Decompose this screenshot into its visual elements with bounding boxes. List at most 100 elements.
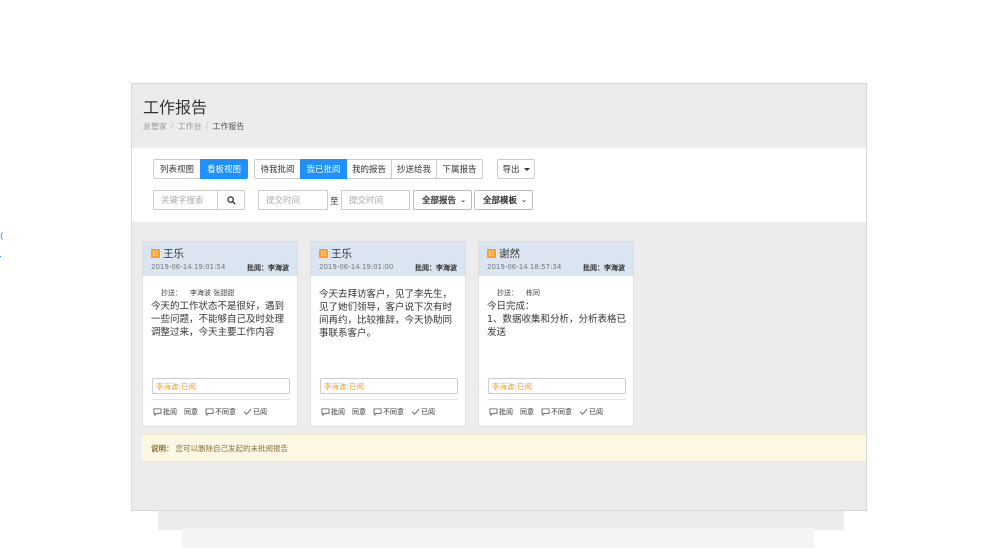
- board-view-button[interactable]: 看板视图: [200, 159, 248, 179]
- card-cc: 抄送： 栋同: [497, 288, 540, 298]
- report-type-select[interactable]: 全部报告 ⌄: [413, 190, 472, 210]
- cc-label: 抄送：: [161, 289, 182, 297]
- comment-label: 批阅: [499, 408, 513, 416]
- check-icon: [411, 408, 420, 415]
- edge-dot: [0, 256, 1, 257]
- card-divider: [320, 399, 458, 400]
- export-label: 导出: [502, 165, 520, 175]
- caret-down-icon: [523, 167, 530, 171]
- comment-action[interactable]: 批阅: [489, 407, 513, 417]
- card-author: 王乐: [331, 248, 352, 260]
- comment-icon: [373, 408, 382, 416]
- comment-icon: [489, 408, 498, 416]
- read-action[interactable]: 已阅: [243, 407, 267, 417]
- page-title: 工作报告: [143, 98, 208, 117]
- notice-label: 说明：: [151, 443, 174, 453]
- cc-names: 李海波 张甜甜: [190, 289, 235, 297]
- approve-action[interactable]: 同意: [352, 407, 366, 417]
- card-divider: [152, 399, 290, 400]
- search-input[interactable]: 关键字搜索: [153, 190, 219, 210]
- card-content: 今天去拜访客户，见了李先生，见了她们领导，客户说下次有时间再约，比较推辞，今天协…: [319, 289, 453, 339]
- tab-pending-review[interactable]: 待我批阅: [254, 159, 301, 179]
- window-shadow-lower: [182, 528, 814, 548]
- report-card[interactable]: 日 王乐 2019-06-14 19:01:00 批阅：李海波 今天去拜访客户，…: [310, 241, 466, 427]
- card-actions: 批阅 同意 不同意 已阅: [489, 407, 610, 417]
- comment-icon: [541, 408, 550, 416]
- card-approver: 批阅：李海波: [415, 264, 457, 272]
- reject-action[interactable]: 不同意: [541, 407, 572, 417]
- card-header: 日 王乐 2019-06-14 19:01:54 批阅：李海波: [143, 242, 297, 276]
- search-button[interactable]: [217, 190, 245, 210]
- tab-cc-to-me[interactable]: 抄送给我: [391, 159, 437, 179]
- tab-my-reports[interactable]: 我的报告: [346, 159, 392, 179]
- reject-action[interactable]: 不同意: [205, 407, 236, 417]
- report-window: 工作报告 总管家 / 工作台 / 工作报告 列表视图 看板视图 待我批阅 我已批…: [131, 83, 867, 511]
- export-button[interactable]: 导出: [497, 159, 535, 179]
- comment-icon: [321, 408, 330, 416]
- chevron-down-icon: ⌄: [460, 196, 466, 204]
- comment-label: 批阅: [163, 408, 177, 416]
- edge-glyph: (: [0, 232, 4, 242]
- approve-label: 同意: [184, 408, 198, 416]
- reject-action[interactable]: 不同意: [373, 407, 404, 417]
- card-time: 2019-06-14 19:01:54: [151, 263, 226, 271]
- breadcrumb-current: 工作报告: [212, 122, 245, 131]
- card-read-status: 李海波:已阅: [320, 378, 458, 394]
- read-label: 已阅: [421, 408, 435, 416]
- notice-bar: 说明： 您可以删除自己发起的未批阅报告: [142, 434, 866, 462]
- notice-text: 您可以删除自己发起的未批阅报告: [175, 443, 289, 453]
- tab-reviewed[interactable]: 我已批阅: [300, 159, 347, 179]
- comment-label: 批阅: [331, 408, 345, 416]
- date-range-separator: 至: [330, 197, 339, 207]
- read-action[interactable]: 已阅: [579, 407, 603, 417]
- report-icon: 日: [151, 249, 160, 258]
- read-label: 已阅: [253, 408, 267, 416]
- list-view-button[interactable]: 列表视图: [153, 159, 201, 179]
- tab-subordinate-reports[interactable]: 下属报告: [436, 159, 483, 179]
- card-divider: [488, 399, 626, 400]
- report-icon: 日: [487, 249, 496, 258]
- view-toggle: 列表视图 看板视图: [153, 159, 248, 179]
- approve-label: 同意: [520, 408, 534, 416]
- card-content: 今日完成： 1、数据收集和分析，分析表格已发送: [487, 301, 627, 338]
- breadcrumb-workbench[interactable]: 工作台: [178, 121, 202, 132]
- check-icon: [579, 408, 588, 415]
- reject-label: 不同意: [551, 408, 572, 416]
- breadcrumb-home[interactable]: 总管家: [143, 121, 167, 132]
- approve-label: 同意: [352, 408, 366, 416]
- report-type-value: 全部报告: [422, 196, 457, 206]
- report-card[interactable]: 日 王乐 2019-06-14 19:01:54 批阅：李海波 抄送： 李海波 张…: [142, 241, 298, 427]
- comment-icon: [205, 408, 214, 416]
- card-header: 日 谢然 2019-06-14 18:57:34 批阅：李海波: [479, 242, 633, 276]
- reject-label: 不同意: [215, 408, 236, 416]
- comment-action[interactable]: 批阅: [321, 407, 345, 417]
- card-read-status: 李海波:已阅: [488, 378, 626, 394]
- card-actions: 批阅 同意 不同意 已阅: [153, 407, 274, 417]
- date-from-input[interactable]: 提交时间: [258, 190, 328, 210]
- comment-action[interactable]: 批阅: [153, 407, 177, 417]
- template-value: 全部模板: [483, 196, 518, 206]
- card-time: 2019-06-14 18:57:34: [487, 263, 562, 271]
- comment-icon: [153, 408, 162, 416]
- card-author: 谢然: [499, 248, 520, 260]
- card-author: 王乐: [163, 248, 184, 260]
- reject-label: 不同意: [383, 408, 404, 416]
- card-approver: 批阅：李海波: [583, 264, 625, 272]
- read-action[interactable]: 已阅: [411, 407, 435, 417]
- card-cc: 抄送： 李海波 张甜甜: [161, 288, 234, 298]
- cc-names: 栋同: [526, 289, 540, 297]
- report-card[interactable]: 日 谢然 2019-06-14 18:57:34 批阅：李海波 抄送： 栋同 今日…: [478, 241, 634, 427]
- toolbar: 列表视图 看板视图 待我批阅 我已批阅 我的报告 抄送给我 下属报告 导出 关键…: [132, 148, 866, 222]
- report-icon: 日: [319, 249, 328, 258]
- card-read-status: 李海波:已阅: [152, 378, 290, 394]
- report-filter-tabs: 待我批阅 我已批阅 我的报告 抄送给我 下属报告: [254, 159, 483, 179]
- approve-action[interactable]: 同意: [184, 407, 198, 417]
- approve-action[interactable]: 同意: [520, 407, 534, 417]
- card-approver: 批阅：李海波: [247, 264, 289, 272]
- date-to-input[interactable]: 提交时间: [341, 190, 410, 210]
- breadcrumb-separator: /: [205, 121, 209, 130]
- template-select[interactable]: 全部模板 ⌄: [474, 190, 533, 210]
- read-label: 已阅: [589, 408, 603, 416]
- window-shadow: [158, 510, 844, 530]
- breadcrumb: 总管家 / 工作台 / 工作报告: [143, 121, 244, 132]
